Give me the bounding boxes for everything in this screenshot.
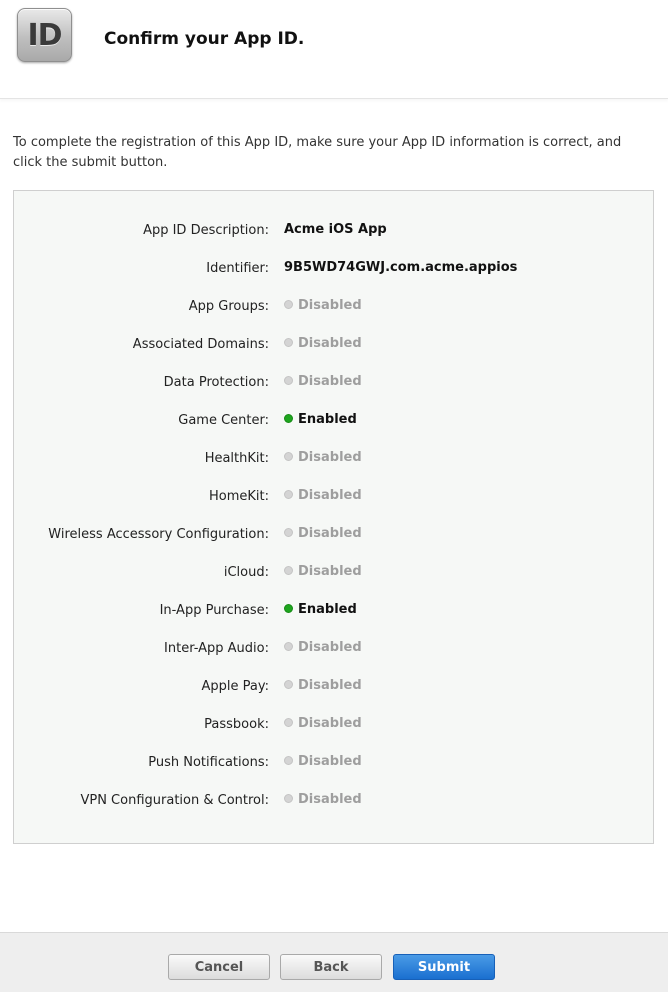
- detail-label: Inter-App Audio:: [164, 641, 269, 656]
- status-disabled: Disabled: [284, 526, 362, 541]
- disabled-dot-icon: [284, 718, 293, 727]
- detail-row: iCloud: Disabled: [14, 564, 653, 603]
- status-disabled: Disabled: [284, 374, 362, 389]
- disabled-dot-icon: [284, 642, 293, 651]
- detail-label: In-App Purchase:: [159, 603, 269, 618]
- detail-value: Acme iOS App: [284, 222, 387, 237]
- detail-label: Data Protection:: [163, 375, 269, 390]
- detail-label: App ID Description:: [143, 223, 269, 238]
- status-disabled: Disabled: [284, 564, 362, 579]
- detail-row: HomeKit: Disabled: [14, 488, 653, 527]
- status-disabled: Disabled: [284, 336, 362, 351]
- detail-label: Identifier:: [206, 261, 269, 276]
- status-text: Disabled: [298, 716, 362, 731]
- status-text: Enabled: [298, 602, 357, 617]
- disabled-dot-icon: [284, 300, 293, 309]
- disabled-dot-icon: [284, 490, 293, 499]
- detail-row: Apple Pay: Disabled: [14, 678, 653, 717]
- disabled-dot-icon: [284, 756, 293, 765]
- disabled-dot-icon: [284, 338, 293, 347]
- status-text: Disabled: [298, 336, 362, 351]
- detail-row: In-App Purchase: Enabled: [14, 602, 653, 641]
- status-text: Enabled: [298, 412, 357, 427]
- detail-label: Apple Pay:: [201, 679, 270, 694]
- detail-label: Push Notifications:: [148, 755, 269, 770]
- detail-row: VPN Configuration & Control: Disabled: [14, 792, 653, 831]
- detail-label: Associated Domains:: [132, 337, 269, 352]
- status-enabled: Enabled: [284, 412, 357, 427]
- detail-row: Associated Domains: Disabled: [14, 336, 653, 375]
- detail-label: HealthKit:: [204, 451, 269, 466]
- detail-row: Game Center: Enabled: [14, 412, 653, 451]
- disabled-dot-icon: [284, 376, 293, 385]
- status-text: Disabled: [298, 374, 362, 389]
- detail-row: Data Protection: Disabled: [14, 374, 653, 413]
- page-header: ID Confirm your App ID.: [0, 0, 668, 99]
- status-disabled: Disabled: [284, 754, 362, 769]
- detail-row: Inter-App Audio: Disabled: [14, 640, 653, 679]
- detail-label: Game Center:: [178, 413, 269, 428]
- detail-row: HealthKit: Disabled: [14, 450, 653, 489]
- detail-row: Identifier: 9B5WD74GWJ.com.acme.appios: [14, 260, 653, 299]
- enabled-dot-icon: [284, 604, 293, 613]
- status-text: Disabled: [298, 564, 362, 579]
- enabled-dot-icon: [284, 414, 293, 423]
- submit-button[interactable]: Submit: [393, 954, 495, 980]
- page-title: Confirm your App ID.: [104, 29, 305, 49]
- status-text: Disabled: [298, 526, 362, 541]
- app-id-icon-text: ID: [27, 18, 62, 53]
- status-disabled: Disabled: [284, 678, 362, 693]
- detail-label: HomeKit:: [208, 489, 269, 504]
- status-disabled: Disabled: [284, 716, 362, 731]
- disabled-dot-icon: [284, 566, 293, 575]
- status-disabled: Disabled: [284, 298, 362, 313]
- disabled-dot-icon: [284, 452, 293, 461]
- status-disabled: Disabled: [284, 450, 362, 465]
- detail-label: Passbook:: [204, 717, 269, 732]
- detail-label: App Groups:: [188, 299, 269, 314]
- detail-label: VPN Configuration & Control:: [80, 793, 269, 808]
- intro-text: To complete the registration of this App…: [13, 135, 622, 170]
- detail-row: App ID Description: Acme iOS App: [14, 222, 653, 261]
- cancel-button[interactable]: Cancel: [168, 954, 270, 980]
- status-text: Disabled: [298, 640, 362, 655]
- status-text: Disabled: [298, 298, 362, 313]
- status-text: Disabled: [298, 754, 362, 769]
- status-disabled: Disabled: [284, 488, 362, 503]
- detail-row: Passbook: Disabled: [14, 716, 653, 755]
- status-disabled: Disabled: [284, 792, 362, 807]
- detail-label: iCloud:: [223, 565, 269, 580]
- back-button[interactable]: Back: [280, 954, 382, 980]
- confirm-app-id-page: ID Confirm your App ID. To complete the …: [0, 0, 668, 992]
- detail-row: Wireless Accessory Configuration: Disable…: [14, 526, 653, 565]
- app-id-details-panel: App ID Description: Acme iOS App Identifie…: [13, 190, 654, 844]
- status-text: Disabled: [298, 450, 362, 465]
- disabled-dot-icon: [284, 528, 293, 537]
- status-text: Disabled: [298, 792, 362, 807]
- status-disabled: Disabled: [284, 640, 362, 655]
- detail-row: Push Notifications: Disabled: [14, 754, 653, 793]
- disabled-dot-icon: [284, 794, 293, 803]
- detail-row: App Groups: Disabled: [14, 298, 653, 337]
- status-enabled: Enabled: [284, 602, 357, 617]
- detail-label: Wireless Accessory Configuration:: [48, 527, 269, 542]
- footer-bar: Cancel Back Submit: [0, 932, 668, 992]
- app-id-icon: ID: [17, 8, 72, 62]
- status-text: Disabled: [298, 488, 362, 503]
- detail-value: 9B5WD74GWJ.com.acme.appios: [284, 260, 518, 275]
- status-text: Disabled: [298, 678, 362, 693]
- disabled-dot-icon: [284, 680, 293, 689]
